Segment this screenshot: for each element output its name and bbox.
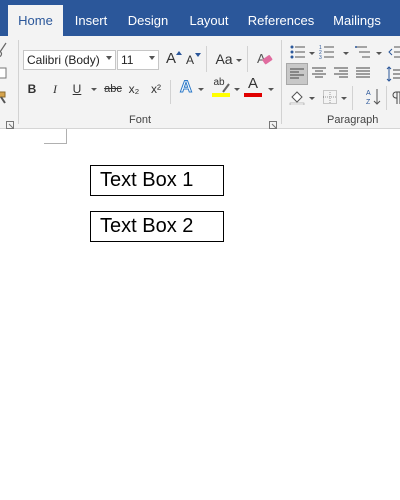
- superscript-label: x²: [151, 82, 161, 96]
- justify-icon[interactable]: [356, 66, 370, 80]
- highlighter-pen-icon: [222, 80, 230, 93]
- caret-up-icon: [176, 51, 182, 55]
- font-name-value: Calibri (Body): [27, 53, 100, 67]
- highlight-color-swatch: [212, 93, 230, 97]
- svg-text:Z: Z: [366, 99, 371, 106]
- font-color-label: A: [247, 75, 258, 92]
- tab-home[interactable]: Home: [8, 5, 63, 36]
- chevron-down-icon: [343, 52, 349, 55]
- strikethrough-button[interactable]: abc: [102, 79, 124, 99]
- divider: [386, 86, 387, 110]
- chevron-down-icon: [234, 88, 240, 91]
- show-hide-marks-icon[interactable]: [392, 91, 400, 105]
- font-size-dropdown[interactable]: 11: [117, 50, 159, 70]
- bullets-icon[interactable]: [290, 44, 306, 60]
- group-separator: [281, 40, 282, 124]
- text-effects-label: A: [179, 77, 193, 97]
- line-spacing-icon[interactable]: [386, 66, 400, 82]
- format-painter-icon[interactable]: [0, 90, 10, 104]
- change-case-button[interactable]: Aa: [213, 49, 235, 69]
- chevron-down-icon: [309, 52, 315, 55]
- text-effects-button[interactable]: A: [178, 77, 194, 97]
- chevron-down-icon: [309, 97, 315, 100]
- tab-mailings[interactable]: Mailings: [326, 5, 388, 36]
- chevron-down-icon: [341, 97, 347, 100]
- align-left-button[interactable]: [286, 63, 308, 85]
- copy-icon[interactable]: [0, 66, 8, 80]
- paragraph-group-label: Paragraph: [327, 114, 379, 126]
- superscript-button[interactable]: x²: [148, 79, 164, 99]
- svg-text:3: 3: [319, 55, 322, 60]
- clear-formatting-icon[interactable]: A: [256, 50, 274, 68]
- divider: [170, 80, 171, 104]
- shading-icon[interactable]: [289, 89, 305, 106]
- chevron-down-icon: [106, 56, 112, 60]
- bold-label: B: [27, 82, 37, 96]
- ribbon-tab-bar: Home Insert Design Layout References Mai…: [0, 0, 400, 36]
- italic-label: I: [53, 82, 57, 96]
- underline-button[interactable]: U: [70, 79, 84, 99]
- tab-references[interactable]: References: [244, 5, 318, 36]
- tab-layout[interactable]: Layout: [182, 5, 236, 36]
- text-box-1[interactable]: Text Box 1: [90, 165, 224, 196]
- chevron-down-icon: [149, 56, 155, 60]
- numbering-icon[interactable]: 123: [319, 44, 335, 61]
- font-dialog-launcher-icon[interactable]: [269, 116, 277, 129]
- subscript-button[interactable]: x₂: [126, 79, 142, 99]
- divider: [247, 46, 248, 72]
- font-name-dropdown[interactable]: Calibri (Body): [23, 50, 116, 70]
- align-right-icon[interactable]: [334, 66, 348, 80]
- text-box-2[interactable]: Text Box 2: [90, 211, 224, 242]
- font-color-swatch: [244, 93, 262, 97]
- chevron-down-icon: [198, 88, 204, 91]
- decrease-indent-icon[interactable]: [388, 44, 400, 60]
- underline-label: U: [72, 82, 82, 96]
- divider: [206, 46, 207, 72]
- chevron-down-icon: [376, 52, 382, 55]
- change-case-label: Aa: [215, 51, 233, 67]
- chevron-down-icon: [236, 59, 242, 62]
- tab-insert[interactable]: Insert: [67, 5, 115, 36]
- multilevel-list-icon[interactable]: [355, 44, 371, 60]
- group-separator: [18, 40, 19, 124]
- italic-button[interactable]: I: [48, 79, 62, 99]
- clipboard-launcher-icon[interactable]: [6, 116, 14, 129]
- align-left-icon: [290, 67, 304, 81]
- tab-design[interactable]: Design: [121, 5, 175, 36]
- divider: [352, 86, 353, 110]
- ribbon: Calibri (Body) 11 A A Aa A B I U abc x₂ …: [0, 36, 400, 129]
- shrink-font-label: A: [185, 53, 194, 67]
- svg-text:A: A: [366, 90, 371, 97]
- font-size-value: 11: [121, 53, 134, 67]
- borders-icon[interactable]: [323, 90, 337, 104]
- subscript-label: x₂: [128, 82, 140, 96]
- chevron-down-icon: [91, 88, 97, 91]
- strikethrough-label: abc: [104, 83, 122, 95]
- bold-button[interactable]: B: [25, 79, 39, 99]
- sort-icon[interactable]: AZ: [366, 87, 382, 107]
- margin-corner-mark: [66, 129, 67, 143]
- font-color-button[interactable]: A: [245, 76, 261, 92]
- margin-corner-mark: [44, 143, 67, 144]
- font-group-label: Font: [129, 114, 152, 126]
- align-center-icon[interactable]: [312, 66, 326, 80]
- chevron-down-icon: [268, 88, 274, 91]
- caret-down-icon: [195, 53, 201, 57]
- cut-icon[interactable]: [0, 42, 8, 58]
- grow-font-label: A: [165, 50, 176, 67]
